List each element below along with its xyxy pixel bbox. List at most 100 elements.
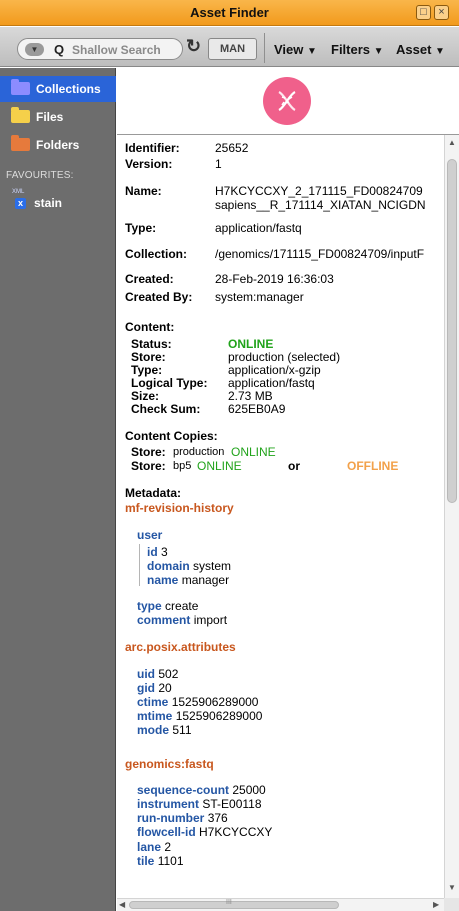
folder-icon — [11, 135, 30, 151]
chevron-down-icon: ▼ — [435, 46, 445, 57]
metadata-field: lane 2 — [137, 840, 172, 854]
metadata-field: id 3 — [147, 545, 168, 559]
content-type-label: Type: — [131, 363, 163, 377]
logical-type-label: Logical Type: — [131, 376, 208, 390]
horizontal-scroll-thumb[interactable]: III — [129, 899, 339, 909]
sidebar-item-folders[interactable]: Folders — [0, 132, 116, 158]
sidebar-item-label: Files — [36, 110, 64, 124]
sidebar-item-collections[interactable]: Collections — [0, 76, 116, 102]
version-label: Version: — [125, 157, 173, 171]
copy-store-status: ONLINE — [197, 459, 242, 473]
folder-icon — [11, 107, 30, 123]
favourite-item-stain[interactable]: XML x stain — [0, 185, 116, 213]
dna-icon — [263, 77, 311, 125]
status-value: ONLINE — [228, 337, 274, 351]
offline-link[interactable]: OFFLINE — [347, 459, 398, 473]
content-type-value: application/x-gzip — [228, 363, 321, 377]
metadata-field: comment import — [137, 613, 228, 627]
metadata-field: instrument ST-E00118 — [137, 797, 262, 811]
view-menu-label: View — [274, 42, 304, 57]
checksum-label: Check Sum: — [131, 402, 201, 416]
content-copies-title: Content Copies: — [125, 429, 218, 443]
sidebar-item-files[interactable]: Files — [0, 104, 116, 130]
content-title: Content: — [125, 320, 175, 334]
metadata-field: sequence-count 25000 — [137, 783, 266, 797]
search-dropdown-icon[interactable]: ▼ — [25, 43, 44, 56]
filters-menu-label: Filters — [331, 42, 371, 57]
type-label: Type: — [125, 221, 157, 235]
metadata-field: domain system — [147, 559, 232, 573]
favourite-label: stain — [34, 196, 63, 210]
status-label: Status: — [131, 337, 172, 351]
sidebar-item-label: Collections — [36, 82, 101, 96]
metadata-field: ctime 1525906289000 — [137, 695, 259, 709]
collection-label: Collection: — [125, 247, 187, 261]
tree-line — [139, 544, 140, 586]
created-label: Created: — [125, 272, 174, 286]
version-value: 1 — [215, 157, 222, 171]
xml-file-icon-label: XML — [12, 189, 25, 195]
metadata-field: mode 511 — [137, 723, 192, 737]
toolbar: ▼ Q Shallow Search ↻ MAN View ▼ Filters … — [0, 27, 459, 67]
xml-file-icon: x — [15, 198, 26, 209]
man-button[interactable]: MAN — [208, 38, 257, 60]
chevron-down-icon: ▼ — [307, 46, 317, 57]
created-value: 28-Feb-2019 16:36:03 — [215, 272, 334, 286]
metadata-field: run-number 376 — [137, 811, 228, 825]
filters-menu[interactable]: Filters ▼ — [331, 42, 384, 57]
name-value-line1: H7KCYCCXY_2_171115_FD00824709 — [215, 184, 423, 198]
chevron-down-icon: ▼ — [373, 46, 384, 57]
name-value-line2: sapiens__R_171114_XIATAN_NCIGDN — [215, 198, 426, 212]
checksum-value: 625EB0A9 — [228, 402, 286, 416]
scroll-left-icon[interactable]: ◀ — [119, 900, 125, 909]
metadata-field: flowcell-id H7KCYCCXY — [137, 825, 273, 839]
search-placeholder: Shallow Search — [72, 43, 161, 57]
metadata-field: type create — [137, 599, 199, 613]
vertical-scrollbar[interactable]: ▲ ▼ — [444, 135, 459, 898]
logical-type-value: application/fastq — [228, 376, 315, 390]
copy-store-name: production — [173, 446, 225, 458]
folder-icon — [11, 79, 30, 95]
close-icon[interactable]: × — [434, 5, 449, 20]
metadata-title: Metadata: — [125, 486, 182, 500]
metadata-section-title: arc.posix.attributes — [125, 640, 236, 654]
search-input[interactable]: ▼ Q Shallow Search — [17, 38, 183, 60]
vertical-scroll-thumb[interactable] — [447, 159, 457, 503]
name-label: Name: — [125, 184, 162, 198]
identifier-label: Identifier: — [125, 141, 180, 155]
asset-details: Identifier: 25652 Version: 1 Name: H7KCY… — [117, 135, 444, 898]
asset-menu[interactable]: Asset ▼ — [396, 42, 445, 57]
store-value: production (selected) — [228, 350, 341, 364]
sidebar: Collections Files Folders FAVOURITES: XM… — [0, 68, 116, 911]
copy-store-label: Store: — [131, 445, 166, 459]
created-by-label: Created By: — [125, 290, 193, 304]
metadata-field: mtime 1525906289000 — [137, 709, 263, 723]
collection-value[interactable]: /genomics/171115_FD00824709/inputF — [215, 247, 424, 261]
toolbar-separator — [264, 33, 265, 63]
horizontal-scrollbar[interactable]: ◀ III ▶ — [117, 898, 444, 911]
view-menu[interactable]: View ▼ — [274, 42, 317, 57]
scroll-right-icon[interactable]: ▶ — [433, 900, 439, 909]
refresh-icon[interactable]: ↻ — [186, 36, 201, 57]
scroll-grip-icon: III — [226, 899, 232, 906]
window-title: Asset Finder — [190, 5, 269, 20]
or-text: or — [288, 459, 300, 473]
metadata-field: gid 20 — [137, 681, 172, 695]
metadata-key: user — [137, 528, 163, 542]
scroll-down-icon[interactable]: ▼ — [448, 883, 456, 892]
copy-store-name: bp5 — [173, 460, 192, 472]
favourites-title: FAVOURITES: — [6, 170, 74, 181]
scroll-up-icon[interactable]: ▲ — [448, 138, 456, 147]
size-label: Size: — [131, 389, 160, 403]
metadata-field: uid 502 — [137, 667, 179, 681]
copy-store-label: Store: — [131, 459, 166, 473]
search-icon: Q — [54, 42, 65, 57]
sidebar-item-label: Folders — [36, 138, 80, 152]
asset-menu-label: Asset — [396, 42, 432, 57]
copy-store-status: ONLINE — [231, 445, 276, 459]
restore-icon[interactable]: □ — [416, 5, 431, 20]
store-label: Store: — [131, 350, 166, 364]
size-value: 2.73 MB — [228, 389, 273, 403]
metadata-section-title: mf-revision-history — [125, 501, 234, 515]
metadata-field: name manager — [147, 573, 230, 587]
